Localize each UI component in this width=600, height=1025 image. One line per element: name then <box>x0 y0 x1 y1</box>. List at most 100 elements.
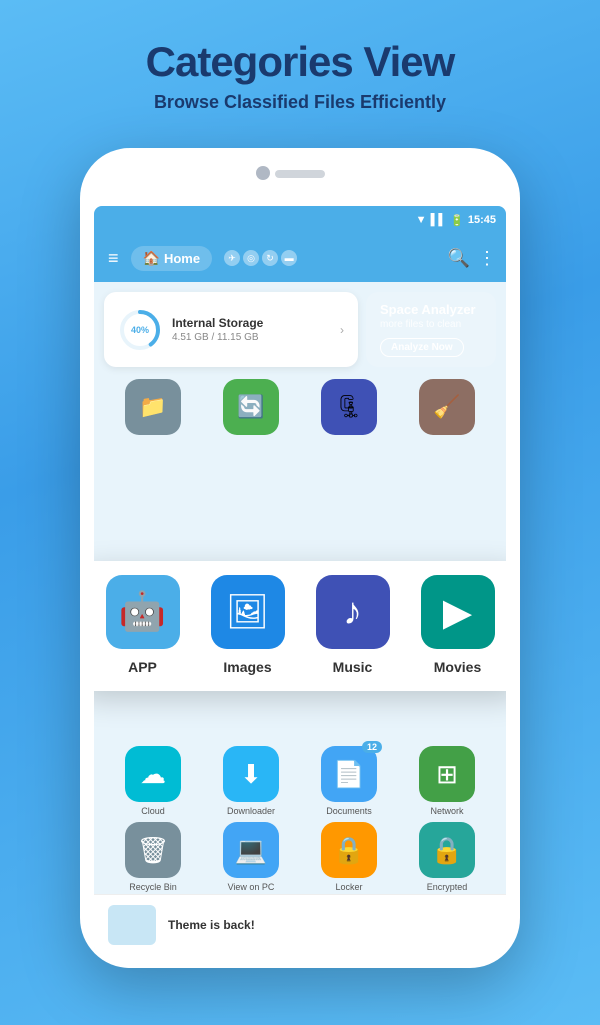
icon-item-zip[interactable]: 🗜 <box>321 379 377 435</box>
storage-title: Internal Storage <box>172 316 330 330</box>
top-icons-row: 📁 🔄 🗜 🧹 <box>94 373 506 441</box>
app-icon: 🤖 <box>119 590 166 634</box>
page-title: Categories View <box>20 38 580 86</box>
network-icon: ⊞ <box>436 759 458 790</box>
analyzer-card: Space Analyzer more files to clean Analy… <box>366 292 496 367</box>
documents-small-icon-box: 📁 <box>125 379 181 435</box>
locker-item[interactable]: 🔒 Locker <box>321 822 377 892</box>
movies-label: Movies <box>434 659 481 675</box>
small-icons-row2: 🗑 Recycle Bin 💻 View on PC 🔒 Locker <box>104 822 496 892</box>
popup-icon-movies[interactable]: ▶ Movies <box>421 575 495 675</box>
encrypted-label: Encrypted <box>427 882 468 892</box>
zip-icon-box: 🗜 <box>321 379 377 435</box>
movies-icon: ▶ <box>443 590 472 635</box>
path-icon-3: ↻ <box>262 250 278 266</box>
recycle-bin-icon-box: 🗑 <box>125 822 181 878</box>
view-on-pc-item[interactable]: 💻 View on PC <box>223 822 279 892</box>
analyzer-title: Space Analyzer <box>380 302 476 317</box>
phone-camera <box>256 166 270 180</box>
app-label: APP <box>128 659 157 675</box>
cloud-item[interactable]: ☁ Cloud <box>125 746 181 816</box>
documents-item[interactable]: 📄 12 Documents <box>321 746 377 816</box>
cloud-label: Cloud <box>141 806 165 816</box>
home-icon: 🏠 <box>143 250 160 267</box>
popup-card: 🤖 APP 🖼 Images ♪ Music <box>94 561 506 691</box>
icon-item-documents-small[interactable]: 📁 <box>125 379 181 435</box>
storage-percent: 40% <box>131 325 149 335</box>
encrypted-icon-box: 🔒 <box>419 822 475 878</box>
network-icon-box: ⊞ <box>419 746 475 802</box>
downloader-item[interactable]: ⬇ Downloader <box>223 746 279 816</box>
popup-icon-app[interactable]: 🤖 APP <box>106 575 180 675</box>
music-icon-box: ♪ <box>316 575 390 649</box>
hamburger-icon[interactable]: ≡ <box>104 244 123 273</box>
search-icon[interactable]: 🔍 <box>448 248 470 269</box>
network-label: Network <box>430 806 463 816</box>
icon-item-clean[interactable]: 🧹 <box>419 379 475 435</box>
music-icon: ♪ <box>343 591 362 634</box>
breadcrumb-home-label: Home <box>164 251 200 266</box>
more-options-icon[interactable]: ⋮ <box>478 248 496 269</box>
icon-item-sync[interactable]: 🔄 <box>223 379 279 435</box>
cloud-icon-box: ☁ <box>125 746 181 802</box>
view-on-pc-icon-box: 💻 <box>223 822 279 878</box>
phone-speaker <box>275 170 325 178</box>
time-display: 15:45 <box>468 214 496 226</box>
view-on-pc-label: View on PC <box>228 882 275 892</box>
popup-icons-row: 🤖 APP 🖼 Images ♪ Music <box>94 575 506 675</box>
recycle-bin-label: Recycle Bin <box>129 882 177 892</box>
path-icon-1: ✈ <box>224 250 240 266</box>
status-bar: ▼ ▌▌ 🔋 15:45 <box>94 206 506 234</box>
clean-icon-box: 🧹 <box>419 379 475 435</box>
phone-frame: ▼ ▌▌ 🔋 15:45 ≡ 🏠 Home ✈ ◎ ↻ ▬ 🔍 ⋮ <box>80 148 520 968</box>
images-icon: 🖼 <box>226 592 269 632</box>
downloader-icon-box: ⬇ <box>223 746 279 802</box>
bottom-card: Theme is back! <box>94 894 506 954</box>
path-icon-2: ◎ <box>243 250 259 266</box>
recycle-bin-item[interactable]: 🗑 Recycle Bin <box>125 822 181 892</box>
bottom-card-text: Theme is back! <box>168 918 255 932</box>
phone-screen: ▼ ▌▌ 🔋 15:45 ≡ 🏠 Home ✈ ◎ ↻ ▬ 🔍 ⋮ <box>94 206 506 954</box>
breadcrumb[interactable]: 🏠 Home <box>131 246 213 271</box>
movies-icon-box: ▶ <box>421 575 495 649</box>
locker-icon-box: 🔒 <box>321 822 377 878</box>
locker-label: Locker <box>335 882 362 892</box>
path-icon-4: ▬ <box>281 250 297 266</box>
battery-icon: 🔋 <box>450 214 464 227</box>
encrypted-item[interactable]: 🔒 Encrypted <box>419 822 475 892</box>
storage-used: 4.51 GB / 11.15 GB <box>172 332 330 343</box>
popup-icon-images[interactable]: 🖼 Images <box>211 575 285 675</box>
cloud-icon: ☁ <box>140 759 166 790</box>
nav-bar: ≡ 🏠 Home ✈ ◎ ↻ ▬ 🔍 ⋮ <box>94 234 506 282</box>
sync-icon-box: 🔄 <box>223 379 279 435</box>
encrypted-icon: 🔒 <box>431 835 463 866</box>
bottom-card-thumbnail <box>108 905 156 945</box>
network-item[interactable]: ⊞ Network <box>419 746 475 816</box>
popup-icon-music[interactable]: ♪ Music <box>316 575 390 675</box>
app-icon-box: 🤖 <box>106 575 180 649</box>
images-label: Images <box>223 659 271 675</box>
small-icons-row1: ☁ Cloud ⬇ Downloader 📄 12 Documents <box>104 746 496 816</box>
locker-icon: 🔒 <box>333 835 365 866</box>
path-icons: ✈ ◎ ↻ ▬ <box>224 250 297 266</box>
storage-arrow-icon: › <box>340 323 344 337</box>
view-on-pc-icon: 💻 <box>235 835 267 866</box>
downloader-icon: ⬇ <box>240 759 262 790</box>
signal-icon: ▌▌ <box>431 214 447 226</box>
storage-section: 40% Internal Storage 4.51 GB / 11.15 GB … <box>94 282 506 373</box>
documents-icon: 📄 <box>333 759 365 790</box>
analyzer-subtitle: more files to clean <box>380 319 461 330</box>
documents-label: Documents <box>326 806 372 816</box>
storage-card[interactable]: 40% Internal Storage 4.51 GB / 11.15 GB … <box>104 292 358 367</box>
storage-ring: 40% <box>118 308 162 352</box>
nav-right-icons: 🔍 ⋮ <box>448 248 496 269</box>
page-subtitle: Browse Classified Files Efficiently <box>20 92 580 113</box>
storage-info: Internal Storage 4.51 GB / 11.15 GB <box>172 316 330 343</box>
wifi-icon: ▼ <box>416 214 427 226</box>
analyze-now-button[interactable]: Analyze Now <box>380 338 464 357</box>
documents-badge: 12 <box>362 741 382 753</box>
images-icon-box: 🖼 <box>211 575 285 649</box>
header-section: Categories View Browse Classified Files … <box>0 0 600 133</box>
recycle-bin-icon: 🗑 <box>136 835 169 866</box>
documents-icon-box: 📄 12 <box>321 746 377 802</box>
